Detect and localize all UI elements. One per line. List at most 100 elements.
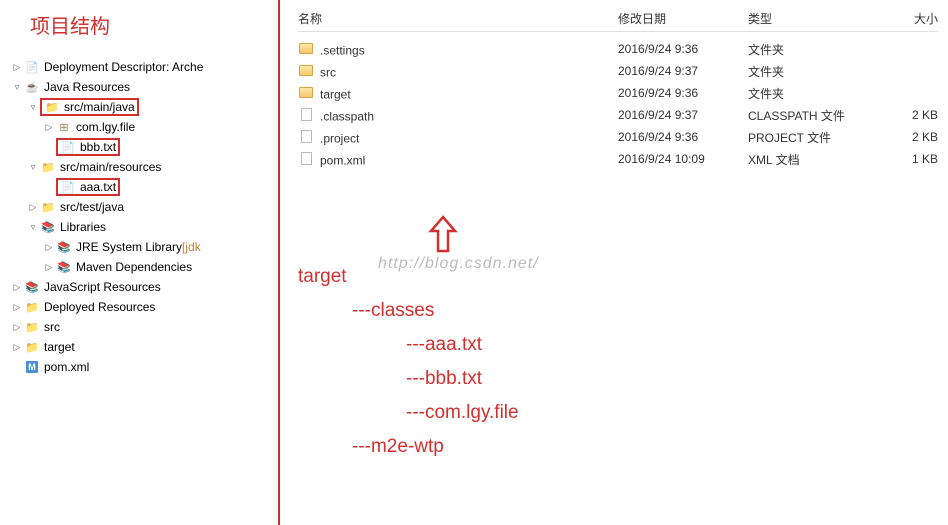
column-header-name[interactable]: 名称 <box>298 10 618 27</box>
file-date: 2016/9/24 9:36 <box>618 42 748 56</box>
file-size: 1 KB <box>878 152 938 166</box>
tree-item-target[interactable]: ▷ 📁 target <box>10 337 270 357</box>
project-tree-pane: 项目结构 ▷ 📄 Deployment Descriptor: Arche ▿ … <box>0 0 270 525</box>
tree-label: pom.xml <box>44 360 89 374</box>
file-type: XML 文档 <box>748 151 878 168</box>
pane-title: 项目结构 <box>30 10 270 39</box>
tree-label: Java Resources <box>44 80 130 94</box>
tree-item-maven-deps[interactable]: ▷ 📚 Maven Dependencies <box>10 257 270 277</box>
explorer-row[interactable]: .settings2016/9/24 9:36文件夹 <box>298 38 938 60</box>
tree-item-jre[interactable]: ▷ 📚 JRE System Library [jdk <box>10 237 270 257</box>
jre-library-icon: 📚 <box>56 239 72 255</box>
expand-icon[interactable]: ▷ <box>44 242 54 253</box>
file-size: 2 KB <box>878 108 938 122</box>
collapse-icon[interactable]: ▿ <box>28 102 38 113</box>
expand-icon[interactable]: ▷ <box>12 62 22 73</box>
expand-icon[interactable]: ▷ <box>12 322 22 333</box>
explorer-row[interactable]: .classpath 2016/9/24 9:37CLASSPATH 文件2 KB <box>298 104 938 126</box>
expand-icon[interactable]: ▷ <box>44 262 54 273</box>
file-name: target <box>320 87 351 101</box>
tree-item-pom-xml[interactable]: M pom.xml <box>10 357 270 377</box>
column-header-date[interactable]: 修改日期 <box>618 10 748 27</box>
source-folder-icon: 📁 <box>40 159 56 175</box>
target-line: ---com.lgy.file <box>298 396 938 430</box>
folder-icon: 📁 <box>24 299 40 315</box>
explorer-pane: 名称 修改日期 类型 大小 .settings2016/9/24 9:36文件夹… <box>288 0 948 525</box>
file-date: 2016/9/24 9:37 <box>618 64 748 78</box>
tree-item-src[interactable]: ▷ 📁 src <box>10 317 270 337</box>
tree-item-src-main-java[interactable]: ▿ 📁 src/main/java <box>10 97 270 117</box>
target-line: ---classes <box>298 294 938 328</box>
file-type: CLASSPATH 文件 <box>748 107 878 124</box>
tree-item-deploy-descriptor[interactable]: ▷ 📄 Deployment Descriptor: Arche <box>10 57 270 77</box>
expand-icon[interactable]: ▷ <box>28 202 38 213</box>
java-resources-icon: ☕ <box>24 79 40 95</box>
file-type: 文件夹 <box>748 85 878 102</box>
js-resources-icon: 📚 <box>24 279 40 295</box>
tree-label: target <box>44 340 75 354</box>
tree-item-deployed-resources[interactable]: ▷ 📁 Deployed Resources <box>10 297 270 317</box>
tree-label: src <box>44 320 60 334</box>
maven-library-icon: 📚 <box>56 259 72 275</box>
collapse-icon[interactable]: ▿ <box>12 82 22 93</box>
tree-label: src/test/java <box>60 200 124 214</box>
explorer-row[interactable]: pom.xml2016/9/24 10:09XML 文档1 KB <box>298 148 938 170</box>
tree-item-bbb-txt[interactable]: 📄 bbb.txt <box>10 137 270 157</box>
text-file-icon: 📄 <box>60 139 76 155</box>
target-line: ---bbb.txt <box>298 362 938 396</box>
folder-icon: 📁 <box>24 319 40 335</box>
file-type: 文件夹 <box>748 63 878 80</box>
explorer-row[interactable]: .project2016/9/24 9:36PROJECT 文件2 KB <box>298 126 938 148</box>
column-header-size[interactable]: 大小 <box>878 10 938 27</box>
file-name: .project <box>320 132 359 146</box>
target-line: ---m2e-wtp <box>298 430 938 464</box>
tree-label: JRE System Library <box>76 240 182 254</box>
project-tree: ▷ 📄 Deployment Descriptor: Arche ▿ ☕ Jav… <box>10 57 270 377</box>
file-date: 2016/9/24 10:09 <box>618 152 748 166</box>
tree-item-aaa-txt[interactable]: 📄 aaa.txt <box>10 177 270 197</box>
tree-item-java-resources[interactable]: ▿ ☕ Java Resources <box>10 77 270 97</box>
watermark-text: http://blog.csdn.net/ <box>378 255 539 273</box>
tree-label: bbb.txt <box>80 140 116 154</box>
file-icon <box>301 130 312 143</box>
file-date: 2016/9/24 9:36 <box>618 130 748 144</box>
file-icon <box>301 108 312 121</box>
target-line: ---aaa.txt <box>298 328 938 362</box>
collapse-icon[interactable]: ▿ <box>28 222 38 233</box>
folder-icon: 📁 <box>24 339 40 355</box>
explorer-row[interactable]: src2016/9/24 9:37文件夹 <box>298 60 938 82</box>
highlight-box: 📄 aaa.txt <box>56 178 120 196</box>
file-type: PROJECT 文件 <box>748 129 878 146</box>
tree-label: JavaScript Resources <box>44 280 161 294</box>
source-folder-icon: 📁 <box>44 99 60 115</box>
folder-icon <box>299 43 313 54</box>
tree-label: Deployment Descriptor: Arche <box>44 60 203 74</box>
tree-item-src-test-java[interactable]: ▷ 📁 src/test/java <box>10 197 270 217</box>
tree-label: src/main/resources <box>60 160 161 174</box>
highlight-box: 📄 bbb.txt <box>56 138 120 156</box>
expand-icon[interactable]: ▷ <box>12 282 22 293</box>
deploy-icon: 📄 <box>24 59 40 75</box>
tree-item-libraries[interactable]: ▿ 📚 Libraries <box>10 217 270 237</box>
file-date: 2016/9/24 9:37 <box>618 108 748 122</box>
package-icon: ⊞ <box>56 119 72 135</box>
column-header-type[interactable]: 类型 <box>748 10 878 27</box>
jre-suffix: [jdk <box>182 240 201 254</box>
maven-pom-icon: M <box>24 359 40 375</box>
file-name: .settings <box>320 43 365 57</box>
target-structure-text: target ---classes ---aaa.txt ---bbb.txt … <box>298 260 938 464</box>
tree-label: com.lgy.file <box>76 120 135 134</box>
folder-icon <box>299 87 313 98</box>
folder-icon <box>299 65 313 76</box>
expand-icon[interactable]: ▷ <box>12 342 22 353</box>
expand-icon[interactable]: ▷ <box>44 122 54 133</box>
file-name: .classpath <box>320 110 374 124</box>
tree-item-src-main-resources[interactable]: ▿ 📁 src/main/resources <box>10 157 270 177</box>
tree-item-js-resources[interactable]: ▷ 📚 JavaScript Resources <box>10 277 270 297</box>
explorer-row[interactable]: target2016/9/24 9:36文件夹 <box>298 82 938 104</box>
expand-icon[interactable]: ▷ <box>12 302 22 313</box>
source-folder-icon: 📁 <box>40 199 56 215</box>
collapse-icon[interactable]: ▿ <box>28 162 38 173</box>
tree-item-package[interactable]: ▷ ⊞ com.lgy.file <box>10 117 270 137</box>
tree-label: Libraries <box>60 220 106 234</box>
